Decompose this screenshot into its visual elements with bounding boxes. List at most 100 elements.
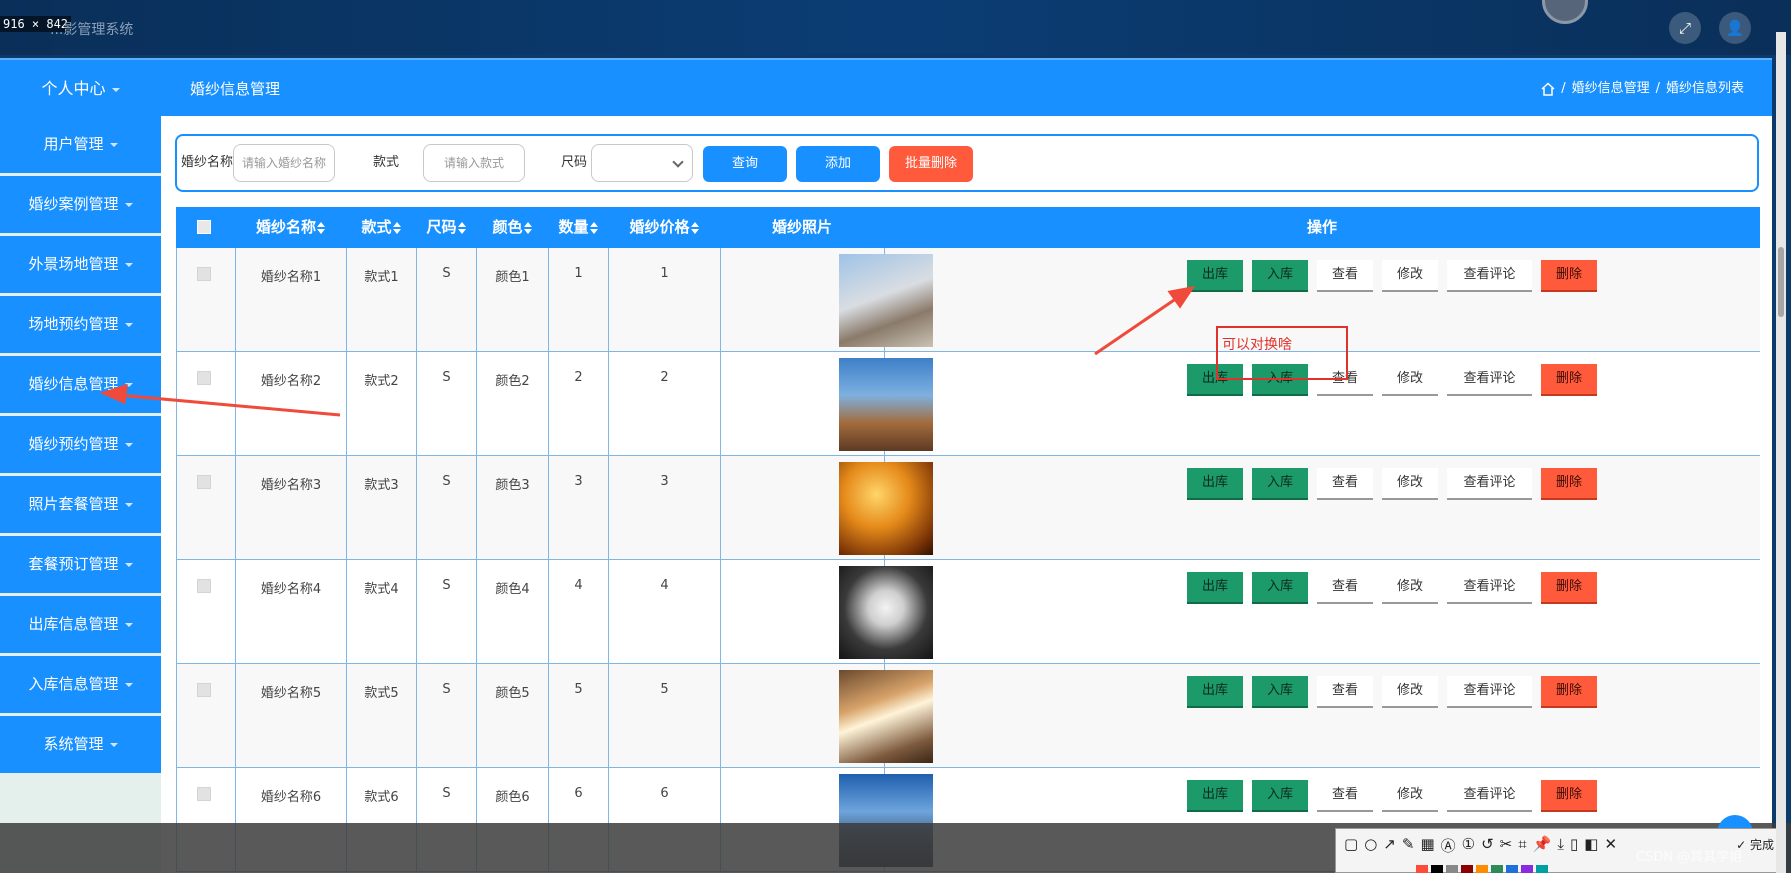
out-button[interactable]: 出库: [1187, 676, 1243, 708]
save-icon[interactable]: ▯: [1570, 835, 1578, 856]
out-button[interactable]: 出库: [1187, 260, 1243, 292]
row-checkbox[interactable]: [197, 475, 211, 489]
in-button[interactable]: 入库: [1252, 468, 1308, 500]
color-swatch[interactable]: [1521, 865, 1533, 873]
out-button[interactable]: 出库: [1187, 780, 1243, 812]
edit-button[interactable]: 修改: [1382, 468, 1438, 500]
view-button[interactable]: 查看: [1317, 468, 1373, 500]
ellipse-tool-icon[interactable]: ○: [1364, 835, 1377, 856]
ocr-icon[interactable]: ⌗: [1518, 835, 1526, 856]
delete-button[interactable]: 删除: [1541, 364, 1597, 396]
view-comments-button[interactable]: 查看评论: [1447, 780, 1532, 812]
row-checkbox[interactable]: [197, 267, 211, 281]
color-swatch[interactable]: [1461, 865, 1473, 873]
dress-photo[interactable]: [839, 566, 933, 659]
sidebar-item-outdoor-venue[interactable]: 外景场地管理: [0, 236, 161, 293]
mosaic-tool-icon[interactable]: ▦: [1420, 835, 1434, 856]
delete-button[interactable]: 删除: [1541, 260, 1597, 292]
delete-button[interactable]: 删除: [1541, 572, 1597, 604]
sidebar-item-user[interactable]: 用户管理: [0, 116, 161, 173]
sidebar-item-wedding-case[interactable]: 婚纱案例管理: [0, 176, 161, 233]
dress-photo[interactable]: [839, 358, 933, 451]
row-checkbox[interactable]: [197, 579, 211, 593]
column-header-price[interactable]: 婚纱价格: [608, 207, 720, 248]
user-avatar-icon[interactable]: 👤: [1719, 12, 1751, 44]
page-scrollbar[interactable]: [1776, 32, 1786, 873]
color-swatch[interactable]: [1506, 865, 1518, 873]
batch-delete-button[interactable]: 批量删除: [889, 146, 973, 182]
rectangle-tool-icon[interactable]: ▢: [1344, 835, 1358, 856]
row-checkbox[interactable]: [197, 683, 211, 697]
fullscreen-icon[interactable]: ⤢: [1669, 12, 1701, 44]
sidebar-item-photo-package[interactable]: 照片套餐管理: [0, 476, 161, 533]
dress-name-input[interactable]: 请输入婚纱名称: [233, 144, 335, 182]
sidebar-item-venue-booking[interactable]: 场地预约管理: [0, 296, 161, 353]
column-header-color[interactable]: 颜色: [476, 207, 548, 248]
breadcrumb-item[interactable]: 婚纱信息管理: [1572, 60, 1650, 118]
text-tool-icon[interactable]: Ⓐ: [1441, 835, 1456, 856]
color-swatch[interactable]: [1536, 865, 1548, 873]
sort-icon: [589, 221, 598, 234]
in-button[interactable]: 入库: [1252, 676, 1308, 708]
size-select[interactable]: [591, 144, 693, 182]
sidebar-item-dress-booking[interactable]: 婚纱预约管理: [0, 416, 161, 473]
undo-icon[interactable]: ↺: [1481, 835, 1494, 856]
row-checkbox[interactable]: [197, 371, 211, 385]
scissors-icon[interactable]: ✂: [1500, 835, 1513, 856]
column-header-style[interactable]: 款式: [346, 207, 416, 248]
pin-icon[interactable]: 📌: [1533, 835, 1552, 856]
color-swatch[interactable]: [1446, 865, 1458, 873]
color-swatch[interactable]: [1491, 865, 1503, 873]
in-button[interactable]: 入库: [1252, 260, 1308, 292]
pen-tool-icon[interactable]: ✎: [1402, 835, 1415, 856]
dress-photo[interactable]: [839, 254, 933, 347]
sidebar-item-system[interactable]: 系统管理: [0, 716, 161, 773]
sidebar-item-package-order[interactable]: 套餐预订管理: [0, 536, 161, 593]
sidebar-item-dress-info[interactable]: 婚纱信息管理: [0, 356, 161, 413]
out-button[interactable]: 出库: [1187, 468, 1243, 500]
delete-button[interactable]: 删除: [1541, 780, 1597, 812]
column-header-qty[interactable]: 数量: [548, 207, 608, 248]
arrow-tool-icon[interactable]: ↗: [1383, 835, 1396, 856]
number-tool-icon[interactable]: ①: [1462, 835, 1475, 856]
view-comments-button[interactable]: 查看评论: [1447, 468, 1532, 500]
view-comments-button[interactable]: 查看评论: [1447, 572, 1532, 604]
edit-button[interactable]: 修改: [1382, 676, 1438, 708]
scrollbar-thumb[interactable]: [1778, 247, 1784, 317]
close-icon[interactable]: ✕: [1604, 835, 1617, 856]
column-header-size[interactable]: 尺码: [416, 207, 476, 248]
color-swatch[interactable]: [1476, 865, 1488, 873]
view-comments-button[interactable]: 查看评论: [1447, 260, 1532, 292]
in-button[interactable]: 入库: [1252, 572, 1308, 604]
dress-photo[interactable]: [839, 670, 933, 763]
edit-button[interactable]: 修改: [1382, 572, 1438, 604]
delete-button[interactable]: 删除: [1541, 676, 1597, 708]
home-icon[interactable]: [1541, 82, 1555, 96]
edit-button[interactable]: 修改: [1382, 260, 1438, 292]
view-comments-button[interactable]: 查看评论: [1447, 364, 1532, 396]
edit-button[interactable]: 修改: [1382, 780, 1438, 812]
query-button[interactable]: 查询: [703, 146, 787, 182]
out-button[interactable]: 出库: [1187, 572, 1243, 604]
style-input[interactable]: 请输入款式: [423, 144, 525, 182]
view-button[interactable]: 查看: [1317, 572, 1373, 604]
dress-photo[interactable]: [839, 462, 933, 555]
view-comments-button[interactable]: 查看评论: [1447, 676, 1532, 708]
select-all-checkbox[interactable]: [197, 220, 211, 234]
edit-button[interactable]: 修改: [1382, 364, 1438, 396]
row-checkbox[interactable]: [197, 787, 211, 801]
color-swatch[interactable]: [1416, 865, 1428, 873]
sidebar-item-inbound[interactable]: 入库信息管理: [0, 656, 161, 713]
delete-button[interactable]: 删除: [1541, 468, 1597, 500]
sidebar-item-outbound[interactable]: 出库信息管理: [0, 596, 161, 653]
view-button[interactable]: 查看: [1317, 676, 1373, 708]
view-button[interactable]: 查看: [1317, 780, 1373, 812]
sidebar-item-personal-center[interactable]: 个人中心: [0, 60, 161, 118]
add-button[interactable]: 添加: [796, 146, 880, 182]
column-header-name[interactable]: 婚纱名称: [235, 207, 346, 248]
view-button[interactable]: 查看: [1317, 260, 1373, 292]
in-button[interactable]: 入库: [1252, 780, 1308, 812]
color-swatch[interactable]: [1431, 865, 1443, 873]
bookmark-icon[interactable]: ◧: [1584, 835, 1598, 856]
download-icon[interactable]: ⤓: [1557, 835, 1564, 856]
